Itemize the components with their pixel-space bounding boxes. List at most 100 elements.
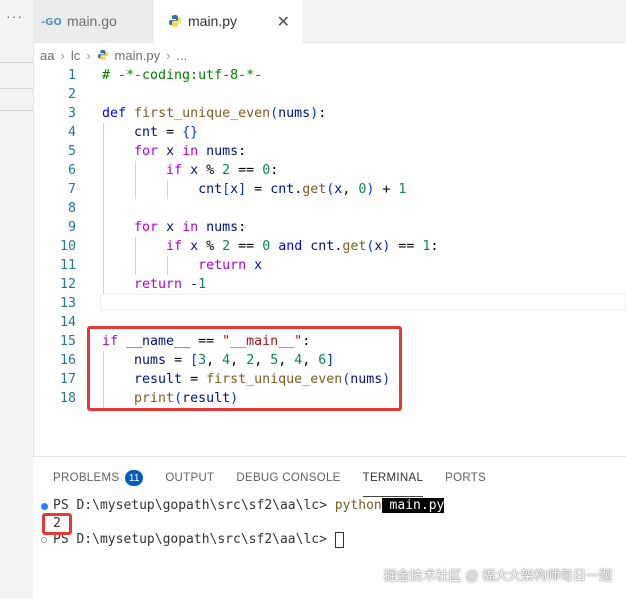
line-number: 10 (59, 239, 76, 254)
keyword: in (182, 144, 199, 159)
variable: cnt (270, 182, 295, 197)
command-success-icon[interactable] (41, 503, 48, 510)
code-line: 4 cnt = {} (33, 123, 626, 142)
variable: cnt (310, 239, 335, 254)
line-number: 12 (59, 277, 76, 292)
variable: cnt (198, 182, 223, 197)
breadcrumb-item[interactable]: ... (176, 48, 187, 63)
code-line: 10 if x % 2 == 0 and cnt.get(x) == 1: (33, 237, 626, 256)
keyword: return (198, 258, 247, 273)
terminal-line: PS D:\mysetup\gopath\src\sf2\aa\lc> pyth… (53, 497, 445, 515)
variable: x (254, 258, 263, 273)
divider (0, 110, 33, 111)
line-number: 8 (67, 201, 76, 216)
tab-main-py[interactable]: main.py ✕ (154, 0, 302, 43)
method: get (342, 239, 367, 254)
line-number: 9 (67, 220, 76, 235)
variable: x (166, 144, 175, 159)
line-number: 13 (59, 296, 76, 311)
line-number: 1 (67, 68, 76, 83)
keyword: def (102, 106, 127, 121)
terminal-line: PS D:\mysetup\gopath\src\sf2\aa\lc> (53, 531, 344, 549)
line-number: 7 (67, 182, 76, 197)
line-number: 11 (59, 258, 76, 273)
tab-label: main.go (67, 13, 117, 29)
code-line: 6 if x % 2 == 0: (33, 161, 626, 180)
svg-text:-GO: -GO (41, 17, 61, 27)
line-number: 3 (67, 106, 76, 121)
code-line: 9 for x in nums: (33, 218, 626, 237)
code-line: 1 # -*-coding:utf-8-*- (33, 66, 626, 85)
variable: cnt (134, 125, 159, 140)
variable: x (230, 182, 239, 197)
line-number: 4 (67, 125, 76, 140)
more-icon[interactable]: ··· (6, 8, 23, 24)
tab-output[interactable]: OUTPUT (165, 467, 214, 489)
tab-problems[interactable]: PROBLEMS 11 (53, 467, 144, 489)
terminal-prompt: PS D:\mysetup\gopath\src\sf2\aa\lc> (53, 532, 335, 547)
python-file-icon (97, 49, 109, 61)
terminal-cursor (334, 531, 344, 548)
keyword: in (182, 220, 199, 235)
watermark: 掘金技术社区 @ 福大大架构师每日一题 (383, 568, 612, 583)
highlight-box-code (87, 326, 402, 411)
command-pending-icon[interactable] (41, 537, 47, 543)
code-line: 3 def first_unique_even(nums): (33, 104, 626, 123)
tab-terminal[interactable]: TERMINAL (362, 467, 424, 497)
line-number: 15 (59, 334, 76, 349)
panel-tabs: PROBLEMS 11 OUTPUT DEBUG CONSOLE TERMINAL… (53, 467, 486, 497)
tab-label: OUTPUT (165, 472, 215, 484)
code-line: 11 return x (33, 256, 626, 275)
highlight-box-output (42, 513, 72, 535)
comment: # -*-coding:utf-8-*- (102, 68, 263, 83)
code-line: 8 (33, 199, 626, 218)
keyword: and (278, 239, 303, 254)
line-number: 14 (59, 315, 76, 330)
chevron-right-icon: › (166, 47, 171, 63)
code-line: 2 (33, 85, 626, 104)
line-number: 17 (59, 372, 76, 387)
activity-strip: ··· (0, 0, 34, 598)
tab-label: main.py (188, 13, 238, 29)
keyword: return (134, 277, 183, 292)
breadcrumb-item[interactable]: main.py (115, 48, 161, 63)
code-line: 12 return -1 (33, 275, 626, 294)
tab-label: PROBLEMS (53, 472, 120, 484)
keyword: for (134, 220, 159, 235)
divider (0, 62, 33, 63)
variable: nums (206, 144, 239, 159)
variable: x (166, 220, 175, 235)
tab-label: PORTS (445, 472, 487, 484)
problems-count-badge: 11 (125, 470, 144, 486)
code-line: 13 (33, 294, 626, 313)
line-number: 2 (67, 87, 76, 102)
keyword: for (134, 144, 159, 159)
tab-debug-console[interactable]: DEBUG CONSOLE (236, 467, 340, 489)
chevron-right-icon: › (60, 47, 65, 63)
tab-label: TERMINAL (362, 472, 424, 484)
line-number: 18 (59, 391, 76, 406)
tab-main-go[interactable]: -GO main.go (33, 0, 153, 42)
code-line: 7 cnt[x] = cnt.get(x, 0) + 1 (33, 180, 626, 199)
terminal-command: python (334, 498, 382, 513)
divider (0, 88, 33, 89)
keyword: if (166, 163, 183, 178)
chevron-right-icon: › (86, 47, 91, 63)
terminal-argument: main.py (381, 498, 445, 513)
line-number: 5 (67, 144, 76, 159)
keyword: if (166, 239, 183, 254)
editor-tab-bar: -GO main.go main.py ✕ (33, 0, 626, 43)
python-file-icon (168, 14, 182, 28)
code-line: 5 for x in nums: (33, 142, 626, 161)
breadcrumb-item[interactable]: lc (71, 48, 80, 63)
function-name: first_unique_even (134, 106, 271, 121)
tab-ports[interactable]: PORTS (445, 467, 486, 489)
line-number: 16 (59, 353, 76, 368)
method: get (302, 182, 327, 197)
parameter: nums (278, 106, 311, 121)
terminal-prompt: PS D:\mysetup\gopath\src\sf2\aa\lc> (53, 498, 335, 513)
close-icon[interactable]: ✕ (277, 12, 290, 32)
go-file-icon: -GO (41, 15, 61, 27)
breadcrumb-item[interactable]: aa (40, 48, 54, 63)
variable: nums (206, 220, 239, 235)
